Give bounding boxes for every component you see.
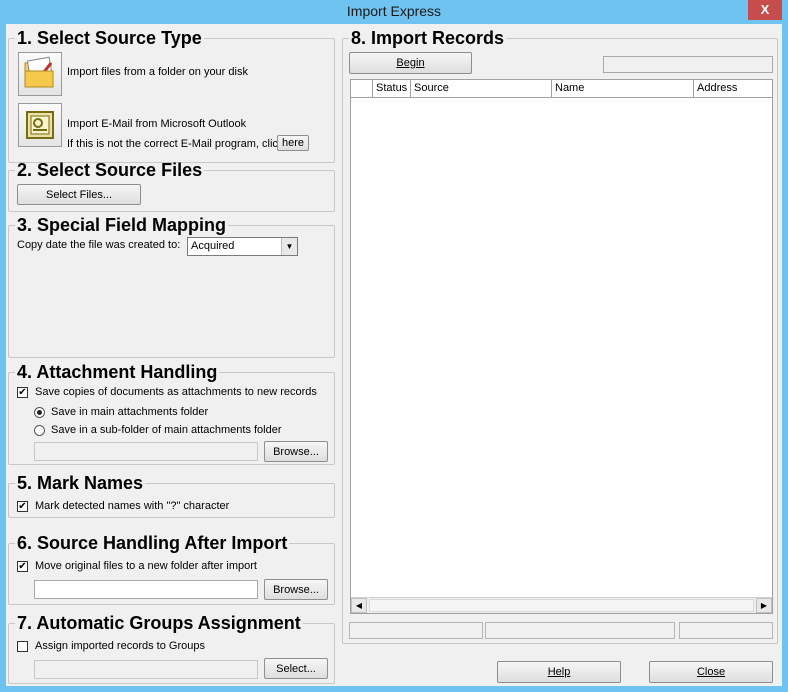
section-title: 5. Mark Names xyxy=(17,473,144,493)
here-button[interactable]: here xyxy=(277,135,309,151)
section-title: 4. Attachment Handling xyxy=(17,362,218,382)
assign-groups-label: Assign imported records to Groups xyxy=(35,640,205,652)
scroll-left-icon[interactable]: ◀ xyxy=(351,598,367,613)
outlook-source-button[interactable] xyxy=(18,103,62,147)
chevron-down-icon: ▼ xyxy=(281,238,297,255)
subfolder-path-field[interactable] xyxy=(34,442,258,461)
begin-button[interactable]: Begin xyxy=(349,52,472,74)
section-title: 2. Select Source Files xyxy=(17,160,203,180)
copy-date-label: Copy date the file was created to: xyxy=(17,239,181,251)
column-header-status[interactable]: Status xyxy=(373,80,411,98)
select-files-button[interactable]: Select Files... xyxy=(17,184,141,205)
outlook-mail-icon xyxy=(26,111,54,139)
save-copies-label: Save copies of documents as attachments … xyxy=(35,386,317,398)
assign-groups-checkbox[interactable] xyxy=(17,641,28,652)
scroll-thumb[interactable] xyxy=(369,599,754,612)
window-title: Import Express xyxy=(346,3,442,19)
begin-label: Begin xyxy=(396,57,425,69)
outlook-option-label: Import E-Mail from Microsoft Outlook xyxy=(67,118,247,130)
save-main-folder-label: Save in main attachments folder xyxy=(51,406,209,418)
save-main-folder-radio[interactable] xyxy=(34,407,45,418)
help-label: Help xyxy=(547,666,571,678)
move-browse-button[interactable]: Browse... xyxy=(264,579,328,600)
status-pane-3 xyxy=(679,622,773,639)
move-folder-path-field[interactable] xyxy=(34,580,258,599)
section-title: 6. Source Handling After Import xyxy=(17,533,288,553)
mark-names-checkbox[interactable]: ✔ xyxy=(17,501,28,512)
save-subfolder-label: Save in a sub-folder of main attachments… xyxy=(51,424,282,436)
copy-date-select[interactable]: Acquired ▼ xyxy=(187,237,298,256)
section-title: 1. Select Source Type xyxy=(17,28,202,48)
close-label: Close xyxy=(696,666,726,678)
column-header-source[interactable]: Source xyxy=(411,80,552,98)
move-files-checkbox[interactable]: ✔ xyxy=(17,561,28,572)
status-pane-1 xyxy=(349,622,483,639)
import-records-table[interactable]: Status Source Name Address ◀ ▶ xyxy=(350,79,773,614)
attachment-browse-button[interactable]: Browse... xyxy=(264,441,328,462)
move-files-label: Move original files to a new folder afte… xyxy=(35,560,257,572)
status-pane-2 xyxy=(485,622,675,639)
progress-field xyxy=(603,56,773,73)
window-close-button[interactable]: X xyxy=(748,0,782,20)
mark-names-label: Mark detected names with "?" character xyxy=(35,500,230,512)
dialog-body: 1. Select Source Type Import files from … xyxy=(6,24,782,686)
section-title: 7. Automatic Groups Assignment xyxy=(17,613,301,633)
horizontal-scrollbar[interactable]: ◀ ▶ xyxy=(351,597,772,613)
folder-import-icon xyxy=(24,56,54,88)
folder-source-button[interactable] xyxy=(18,52,62,96)
save-subfolder-radio[interactable] xyxy=(34,425,45,436)
copy-date-value: Acquired xyxy=(191,240,235,252)
row-selector-header xyxy=(351,80,373,98)
close-button[interactable]: Close xyxy=(649,661,773,683)
title-bar: Import Express X xyxy=(0,0,788,24)
section-title: 3. Special Field Mapping xyxy=(17,215,227,235)
save-copies-checkbox[interactable]: ✔ xyxy=(17,387,28,398)
section-title: 8. Import Records xyxy=(351,28,505,48)
help-button[interactable]: Help xyxy=(497,661,621,683)
column-header-address[interactable]: Address xyxy=(694,80,772,98)
folder-option-label: Import files from a folder on your disk xyxy=(67,66,248,78)
groups-field[interactable] xyxy=(34,660,258,679)
column-header-name[interactable]: Name xyxy=(552,80,694,98)
scroll-right-icon[interactable]: ▶ xyxy=(756,598,772,613)
outlook-note-label: If this is not the correct E-Mail progra… xyxy=(67,138,284,150)
select-groups-button[interactable]: Select... xyxy=(264,658,328,679)
